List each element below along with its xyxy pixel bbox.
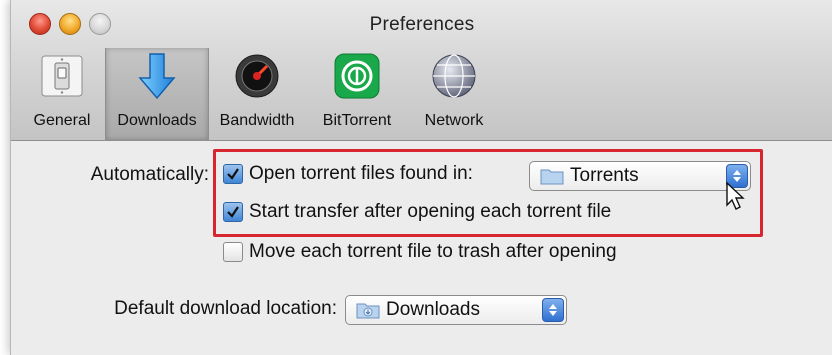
tab-bandwidth-label: Bandwidth: [219, 112, 295, 129]
preferences-toolbar: General Downloads Bandwidth BitTorrent N…: [19, 48, 499, 140]
bittorrent-logo-icon: [329, 50, 385, 102]
tab-network[interactable]: Network: [409, 48, 499, 140]
folder-icon: [540, 167, 564, 185]
torrent-folder-popup[interactable]: Torrents: [529, 161, 751, 191]
open-torrent-label: Open torrent files found in:: [249, 163, 473, 184]
light-switch-icon: [34, 50, 90, 102]
preferences-window: Preferences General Downloads Bandwidth …: [10, 0, 832, 355]
tab-network-label: Network: [424, 112, 484, 129]
tab-general[interactable]: General: [19, 48, 105, 140]
checkmark-icon: [227, 168, 239, 180]
tab-downloads-label: Downloads: [117, 112, 197, 129]
download-location-value: Downloads: [386, 299, 480, 320]
move-to-trash-checkbox[interactable]: [223, 242, 243, 262]
speedometer-icon: [229, 50, 285, 102]
checkmark-icon: [227, 206, 239, 218]
start-transfer-checkbox[interactable]: [223, 202, 243, 222]
mouse-cursor-icon: [726, 181, 745, 210]
automatically-label: Automatically:: [90, 164, 209, 185]
download-arrow-icon: [129, 50, 185, 102]
default-location-label: Default download location:: [114, 298, 337, 319]
torrent-folder-value: Torrents: [570, 165, 639, 186]
download-location-popup[interactable]: Downloads: [345, 295, 567, 325]
globe-icon: [426, 50, 482, 102]
start-transfer-option[interactable]: Start transfer after opening each torren…: [223, 201, 611, 223]
start-transfer-label: Start transfer after opening each torren…: [249, 201, 612, 222]
tab-downloads[interactable]: Downloads: [105, 48, 209, 140]
open-torrent-option[interactable]: Open torrent files found in:: [223, 163, 473, 185]
move-to-trash-label: Move each torrent file to trash after op…: [249, 241, 617, 262]
tab-bittorrent[interactable]: BitTorrent: [305, 48, 409, 140]
downloads-folder-icon: [356, 301, 380, 319]
tab-general-label: General: [33, 112, 91, 129]
tab-bandwidth[interactable]: Bandwidth: [209, 48, 305, 140]
move-to-trash-option[interactable]: Move each torrent file to trash after op…: [223, 241, 617, 263]
popup-arrows-icon: [542, 298, 564, 322]
downloads-pane: Automatically: Open torrent files found …: [11, 141, 832, 355]
tab-bittorrent-label: BitTorrent: [322, 112, 392, 129]
open-torrent-checkbox[interactable]: [223, 164, 243, 184]
titlebar: Preferences General Downloads Bandwidth …: [11, 0, 832, 141]
window-title: Preferences: [369, 14, 475, 35]
